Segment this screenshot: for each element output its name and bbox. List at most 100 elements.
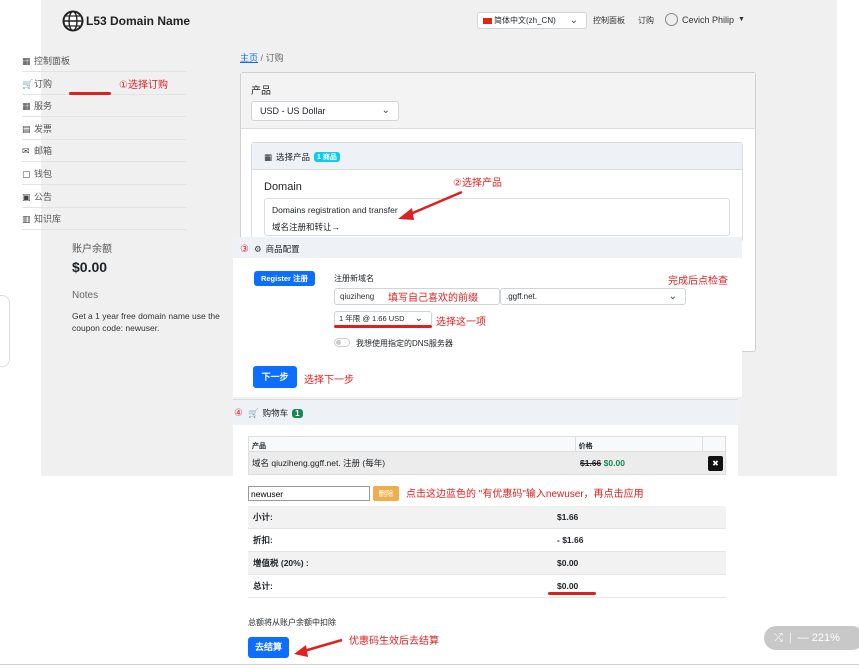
toggle-knob: [336, 340, 341, 345]
brand-name: L53 Domain Name: [86, 14, 191, 28]
sidebar-item-label: 控制面板: [34, 56, 71, 66]
sidebar-item-label: 订购: [34, 78, 53, 89]
col-price-header: 价格: [576, 437, 704, 451]
balance-title: 账户余额: [72, 244, 112, 255]
period-select[interactable]: 1 年限 @ 1.66 USD: [334, 311, 432, 326]
totals-row: 小计: $1.66: [248, 506, 726, 529]
china-flag-icon: [483, 17, 492, 24]
new-price: $0.00: [603, 458, 625, 468]
book-icon: ▥: [22, 214, 31, 225]
coupon-delete-button[interactable]: 删除: [373, 486, 399, 501]
gear-icon: ⚙: [254, 243, 262, 254]
currency-select[interactable]: USD - US Dollar: [251, 101, 399, 121]
cart-count-badge: 1: [292, 408, 303, 418]
totals-label: 增值税 (20%) :: [253, 558, 309, 568]
totals-row: 总计: $0.00: [248, 575, 726, 598]
language-label: 简体中文(zh_CN): [494, 16, 556, 25]
config-title-row: ⚙ 商品配置: [254, 243, 300, 255]
caret-down-icon: ▼: [738, 16, 745, 23]
coupon-input[interactable]: [248, 486, 370, 501]
sidebar-item-0[interactable]: ▦ 控制面板: [22, 50, 186, 72]
currency-value: USD - US Dollar: [260, 106, 326, 116]
new-domain-label: 注册新域名: [334, 274, 374, 283]
dns-label: 我想使用指定的DNS服务器: [356, 339, 453, 348]
news-icon: ▣: [22, 191, 31, 202]
totals-value: $1.66: [557, 512, 579, 522]
arrow-to-product-annotation: [398, 190, 463, 220]
breadcrumb-separator: /: [260, 53, 264, 63]
product-label: 产品: [251, 86, 271, 97]
breadcrumb: 主页 / 订购: [240, 51, 284, 64]
period-underline: [334, 325, 432, 328]
annotation-checkout-hint: 优惠码生效后去结算: [349, 636, 439, 647]
sidebar-item-label: 邮箱: [34, 146, 53, 157]
register-button[interactable]: Register 注册: [254, 271, 315, 286]
tld-select[interactable]: .ggff.net.: [500, 288, 686, 305]
shuffle-icon: ⤮: [774, 631, 783, 644]
avatar: [665, 13, 678, 26]
product-name: Domain: [264, 181, 302, 193]
select-product-title-row: ▦ 选择产品 1 商品: [264, 151, 340, 163]
cart-header-band: [233, 399, 738, 425]
annotation-4: ④: [234, 408, 243, 419]
config-header-band: [233, 237, 742, 258]
cart-title: 购物车: [262, 408, 289, 418]
cart-item-name: 域名 qiuziheng.ggff.net. 注册 (每年): [252, 458, 386, 468]
zoom-widget[interactable]: ⤮ | — 221%: [764, 626, 859, 650]
sidebar-item-label: 发票: [34, 123, 53, 134]
sidebar-item-4[interactable]: ✉ 邮箱: [22, 140, 186, 163]
totals-label: 总计:: [253, 581, 273, 591]
product-desc: Domains registration and transfer: [272, 205, 398, 215]
totals-row: 折扣: - $1.66: [248, 529, 726, 552]
product-link[interactable]: 域名注册和转让→: [272, 221, 340, 233]
wallet-icon: ▢: [22, 169, 31, 179]
zoom-level: — 221%: [797, 632, 840, 644]
sidebar-item-label: 知识库: [34, 214, 62, 225]
user-name: Cevich Philip: [682, 14, 735, 25]
left-edge-tab[interactable]: [0, 295, 10, 367]
list-icon: ▤: [22, 123, 31, 134]
notes-title: Notes: [72, 290, 99, 301]
dns-toggle[interactable]: [334, 338, 350, 347]
sidebar-item-3[interactable]: ▤ 发票: [22, 118, 186, 140]
config-title: 商品配置: [265, 244, 300, 254]
deduct-note: 总额将从账户余额中扣除: [248, 618, 336, 627]
product-count-badge: 1 商品: [314, 152, 340, 162]
grid-icon: ▦: [22, 56, 31, 66]
totals-value: $0.00: [557, 558, 579, 568]
sidebar-item-5[interactable]: ▢ 钱包: [22, 163, 186, 185]
sidebar-item-2[interactable]: ▦ 服务: [22, 95, 186, 118]
annotation-3: ③: [240, 244, 249, 255]
annotation-check-done: 完成后点检查: [668, 276, 728, 287]
cart-icon: 🛒: [248, 407, 259, 418]
header-orders-link[interactable]: 订购: [638, 15, 654, 26]
remove-item-button[interactable]: ✖: [708, 455, 723, 471]
totals-row: 增值税 (20%) : $0.00: [248, 552, 726, 575]
sidebar-item-6[interactable]: ▣ 公告: [22, 186, 186, 208]
annotation-coupon-hint: 点击这边蓝色的 "有优惠码"输入newuser，再点击应用: [406, 489, 644, 500]
period-value: 1 年限 @ 1.66 USD: [339, 314, 405, 323]
breadcrumb-current: 订购: [265, 53, 284, 63]
sidebar-item-label: 钱包: [34, 169, 53, 179]
zoom-divider: |: [788, 632, 792, 644]
language-select[interactable]: 简体中文(zh_CN): [477, 12, 587, 29]
balance-value: $0.00: [72, 259, 108, 275]
close-icon: ✖: [712, 458, 719, 468]
next-button[interactable]: 下一步: [253, 366, 297, 388]
header-dashboard-link[interactable]: 控制面板: [593, 15, 625, 26]
cart-item-row: 域名 qiuziheng.ggff.net. 注册 (每年) $1.66 $0.…: [248, 452, 726, 475]
brand-logo[interactable]: L53 Domain Name: [62, 10, 190, 32]
user-menu[interactable]: Cevich Philip ▼: [665, 13, 745, 26]
total-underline: [548, 592, 596, 595]
checkout-button[interactable]: 去结算: [248, 637, 289, 658]
totals-value: $0.00: [557, 581, 579, 591]
arrow-to-checkout-annotation: [294, 638, 343, 657]
col-product-header: 产品: [249, 437, 576, 451]
totals-value: - $1.66: [557, 535, 584, 545]
sidebar-item-7[interactable]: ▥ 知识库: [22, 208, 186, 231]
cart-icon: 🛒: [22, 78, 34, 89]
totals-label: 折扣:: [253, 535, 273, 545]
cart-table: 产品 价格 域名 qiuziheng.ggff.net. 注册 (每年) $1.…: [248, 436, 726, 475]
grid-icon: ▦: [22, 101, 31, 112]
breadcrumb-home[interactable]: 主页: [240, 53, 258, 63]
